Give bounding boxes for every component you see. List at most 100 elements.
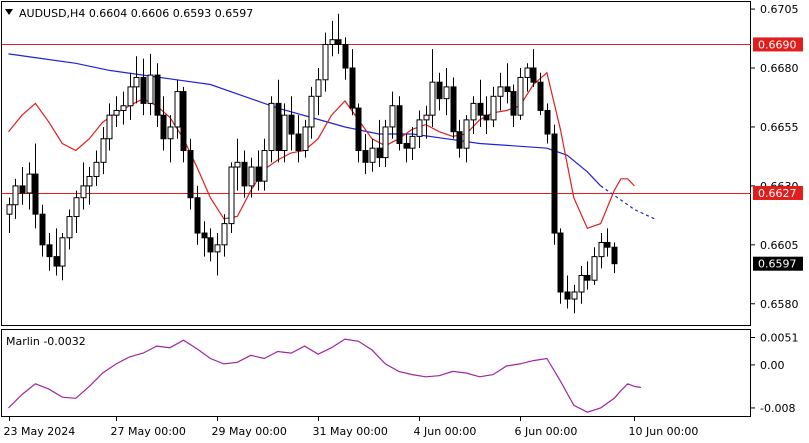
candle xyxy=(450,77,457,139)
candle xyxy=(322,32,329,92)
candle-body xyxy=(187,150,194,199)
candle-body xyxy=(268,102,275,152)
symbol-header: AUDUSD,H4 0.6604 0.6606 0.6593 0.6597 xyxy=(19,7,253,20)
candle xyxy=(598,233,605,269)
candle-body xyxy=(436,81,443,100)
time-tick-label: 29 May 00:00 xyxy=(212,425,287,438)
candle-body xyxy=(409,135,416,149)
candle-body xyxy=(207,237,214,253)
oscillator-axis: 0.0051 0.00 -0.008 xyxy=(751,332,799,415)
candle-body xyxy=(255,166,262,182)
oscillator-tick-label: 0.00 xyxy=(760,359,785,372)
candle-body xyxy=(403,142,410,149)
candle-body xyxy=(382,126,389,159)
main-panel-frame xyxy=(1,1,751,326)
candle-body xyxy=(490,95,497,121)
candle-body xyxy=(416,119,423,137)
candle xyxy=(207,228,214,262)
candle-body xyxy=(154,74,161,116)
candle xyxy=(382,119,389,168)
candle-body xyxy=(470,102,477,121)
triangle-down-icon[interactable] xyxy=(5,9,13,15)
candle-body xyxy=(329,39,336,45)
price-axis[interactable]: 0.67050.66800.66550.66300.66050.65800.66… xyxy=(751,3,803,311)
candle xyxy=(403,134,410,163)
candle-body xyxy=(275,102,282,152)
candle-body xyxy=(524,67,531,78)
candle-body xyxy=(302,126,309,152)
candle xyxy=(578,266,585,304)
candle xyxy=(234,138,241,191)
candle xyxy=(66,209,73,250)
candle-body xyxy=(73,197,80,218)
chart-canvas: 0.67050.66800.66550.66300.66050.65800.66… xyxy=(1,1,803,438)
candle xyxy=(154,63,161,127)
candle xyxy=(329,20,336,57)
candle-body xyxy=(342,43,349,69)
candle xyxy=(214,233,221,276)
candle-body xyxy=(201,232,208,239)
candle xyxy=(288,96,295,151)
candle xyxy=(591,247,598,285)
candle-body xyxy=(147,74,154,104)
candle xyxy=(59,233,66,281)
candle-body xyxy=(389,105,396,128)
candle xyxy=(483,96,490,135)
candle xyxy=(564,275,571,309)
candle-body xyxy=(362,150,369,163)
candle xyxy=(147,53,154,116)
candle xyxy=(261,138,268,191)
candle-body xyxy=(315,79,322,97)
candle-body xyxy=(53,256,60,267)
candle xyxy=(510,84,517,127)
candle xyxy=(490,86,497,127)
candle xyxy=(335,13,342,54)
candle-body xyxy=(248,166,255,187)
candle-body xyxy=(228,166,235,225)
candle-body xyxy=(66,216,73,239)
candle-body xyxy=(530,67,537,83)
current-price-text: 0.6597 xyxy=(758,258,797,271)
candle xyxy=(180,86,187,163)
candle-body xyxy=(127,86,134,107)
candle xyxy=(584,261,591,290)
time-tick-label: 23 May 2024 xyxy=(4,425,76,438)
candle xyxy=(120,91,127,125)
candle xyxy=(604,228,611,257)
candle xyxy=(557,228,564,304)
candle-body xyxy=(477,102,484,116)
candle-body xyxy=(39,213,46,246)
candle-body xyxy=(483,114,490,121)
candle-body xyxy=(429,81,436,116)
candle xyxy=(302,119,309,158)
candle-body xyxy=(180,91,187,152)
candle-body xyxy=(443,86,450,100)
time-tick-label: 10 Jun 00:00 xyxy=(629,425,699,438)
candle xyxy=(275,79,282,163)
candle xyxy=(93,150,100,186)
candle-body xyxy=(544,109,551,135)
candle-body xyxy=(551,133,558,234)
candle xyxy=(530,49,537,87)
candle-body xyxy=(93,161,100,177)
slow-moving-average xyxy=(8,53,655,220)
candle xyxy=(106,103,113,151)
candle-body xyxy=(578,274,585,293)
candle xyxy=(396,96,403,151)
time-tick-label: 31 May 00:00 xyxy=(313,425,388,438)
candle-body xyxy=(133,76,140,88)
candle-body xyxy=(32,173,39,215)
candle-body xyxy=(288,114,295,135)
price-tick-label: 0.6580 xyxy=(760,298,799,311)
candle xyxy=(349,49,356,116)
candle xyxy=(86,167,93,205)
candle-body xyxy=(106,114,113,140)
candle xyxy=(268,96,275,163)
candle xyxy=(295,115,302,163)
time-tick-label: 4 Jun 00:00 xyxy=(414,425,477,438)
candle xyxy=(53,228,60,276)
candle xyxy=(551,124,558,245)
candle-body xyxy=(6,204,13,215)
time-axis[interactable]: 23 May 2024 27 May 00:00 29 May 00:00 31 Ma… xyxy=(4,417,699,438)
candle-body xyxy=(59,237,66,267)
